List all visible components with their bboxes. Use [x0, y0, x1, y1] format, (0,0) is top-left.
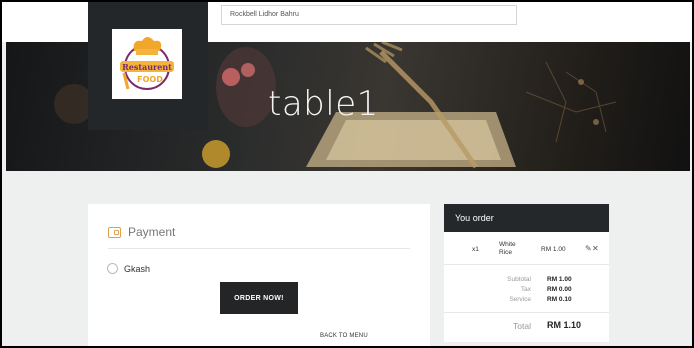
- back-to-menu-link[interactable]: BACK TO MENU: [320, 333, 368, 339]
- item-quantity: x1: [472, 246, 479, 253]
- close-icon[interactable]: ✕: [592, 244, 599, 253]
- order-now-button[interactable]: ORDER NOW!: [220, 282, 298, 314]
- order-item-row: x1 White Rice RM 1.00 ✎ ✕: [444, 240, 609, 262]
- payment-option-gkash[interactable]: Gkash: [107, 263, 150, 274]
- payment-card: Payment Gkash ORDER NOW! BACK TO MENU: [88, 204, 430, 346]
- divider: [444, 312, 609, 313]
- divider: [108, 248, 410, 249]
- tax-value: RM 0.00: [547, 286, 572, 293]
- app-window: Rockbell Lidhor Bahru table1 Restaurent …: [0, 0, 694, 348]
- order-title: You order: [444, 204, 609, 232]
- restaurant-logo-graphic: Restaurent FOOD: [120, 37, 174, 90]
- logo-word-food: FOOD: [137, 75, 163, 84]
- table-title: table1: [268, 84, 379, 124]
- item-name: White Rice: [499, 241, 516, 256]
- address-field[interactable]: Rockbell Lidhor Bahru: [221, 5, 517, 25]
- tax-label: Tax: [520, 286, 531, 293]
- radio-button[interactable]: [107, 263, 118, 274]
- restaurant-logo[interactable]: Restaurent FOOD: [112, 29, 182, 99]
- payment-title: Payment: [128, 225, 176, 239]
- payment-header: Payment: [108, 225, 175, 239]
- total-label: Total: [513, 321, 531, 331]
- payment-option-label: Gkash: [124, 263, 151, 274]
- divider: [444, 264, 609, 265]
- logo-word-restaurent: Restaurent: [122, 62, 172, 72]
- item-price: RM 1.00: [541, 246, 566, 253]
- wallet-icon: [108, 226, 121, 238]
- order-summary-card: You order x1 White Rice RM 1.00 ✎ ✕ Subt…: [444, 204, 609, 342]
- service-label: Service: [509, 296, 531, 303]
- total-value: RM 1.10: [547, 320, 582, 330]
- service-value: RM 0.10: [547, 296, 572, 303]
- pencil-icon[interactable]: ✎: [585, 244, 592, 253]
- subtotal-label: Subtotal: [507, 276, 531, 283]
- subtotal-value: RM 1.00: [547, 276, 572, 283]
